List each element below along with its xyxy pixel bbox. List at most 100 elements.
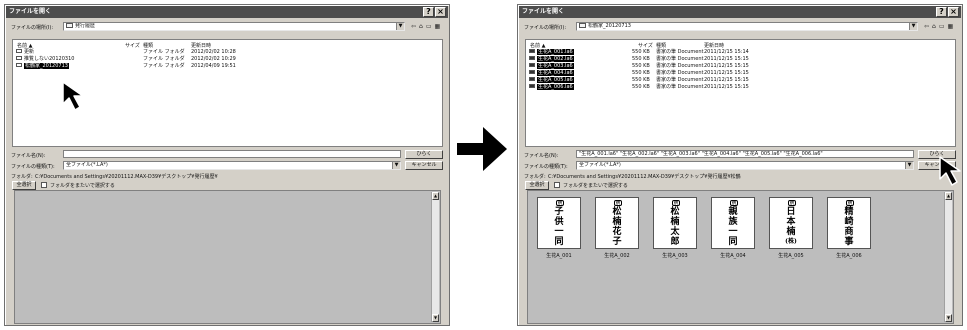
- select-all-button[interactable]: 全選択: [12, 181, 36, 190]
- subfolder-checkbox-label: フォルダをまたいで選択する: [50, 183, 115, 189]
- dialog-title-bar: ファイルを開く ? ×: [6, 6, 448, 18]
- view-menu-icon[interactable]: ▦: [435, 23, 444, 30]
- document-icon: [529, 84, 535, 88]
- vertical-scrollbar[interactable]: ▲ ▼: [431, 192, 439, 322]
- back-icon[interactable]: ⇦: [924, 23, 932, 30]
- thumbnail-caption: 生花A_004: [720, 253, 746, 259]
- document-icon: [529, 49, 535, 53]
- folder-icon: [16, 49, 22, 53]
- open-button[interactable]: ひらく: [405, 150, 443, 159]
- thumbnail-caption: 生花A_003: [662, 253, 688, 259]
- document-icon: [529, 70, 535, 74]
- filetype-label: ファイルの種類(T):: [524, 164, 568, 170]
- folder-icon: [16, 56, 22, 60]
- thumbnail-item[interactable]: 供 松 楠 花 子 生花A_002: [590, 197, 644, 261]
- filetype-label: ファイルの種類(T):: [11, 164, 55, 170]
- column-header-size[interactable]: サイズ: [125, 42, 140, 49]
- scroll-down-icon[interactable]: ▼: [432, 314, 439, 322]
- mouse-pointer-icon: [939, 156, 961, 186]
- nav-toolbar: ⇦⌂▭▦: [924, 23, 956, 30]
- folder-icon: [66, 23, 73, 28]
- thumbnail-item[interactable]: 供 子 供 一 同 生花A_001: [532, 197, 586, 261]
- filetype-combo[interactable]: 全ファイル(*.LA*) ▼: [63, 161, 401, 170]
- view-menu-icon[interactable]: ▦: [948, 23, 957, 30]
- thumbnail-item[interactable]: 供 松 楠 太 郎 生花A_003: [648, 197, 702, 261]
- thumbnail-caption: 生花A_002: [604, 253, 630, 259]
- thumbnail-item[interactable]: 供 親 族 一 同 生花A_004: [706, 197, 760, 261]
- folder-label: フォルダ:: [524, 174, 546, 180]
- back-icon[interactable]: ⇦: [411, 23, 419, 30]
- thumbnail-text: 子 供 一 同: [554, 207, 564, 247]
- chevron-down-icon[interactable]: ▼: [396, 23, 404, 30]
- scroll-up-icon[interactable]: ▲: [945, 192, 952, 200]
- up-folder-icon[interactable]: ⌂: [419, 23, 426, 30]
- folder-icon: [16, 63, 22, 67]
- column-header-type[interactable]: 種類: [143, 42, 153, 49]
- thumbnail-text: 親 族 一 同: [728, 207, 738, 247]
- column-header-size[interactable]: サイズ: [638, 42, 653, 49]
- filename-input[interactable]: "生花A_001.la6" "生花A_002.la6" "生花A_003.la6…: [576, 150, 914, 158]
- subfolder-checkbox[interactable]: [554, 182, 560, 188]
- filename-label: ファイル名(N):: [524, 153, 559, 159]
- lookin-combo[interactable]: 松鶴家_20120713 ▼: [576, 22, 918, 31]
- file-open-dialog-before: ファイルを開く ? × ファイルの場所(I): 発行履歴 ▼ ⇦⌂▭▦ 名前 ▲…: [4, 4, 450, 326]
- thumbnail-caption: 生花A_006: [836, 253, 862, 259]
- file-list[interactable]: 名前 ▲ サイズ 種類 更新日時 更新 ファイル フォルダ 2012/02/02…: [12, 39, 443, 147]
- new-folder-icon[interactable]: ▭: [939, 23, 948, 30]
- thumbnail-preview: 供 日 本 楠 (株): [769, 197, 813, 249]
- help-button[interactable]: ?: [423, 7, 434, 17]
- filetype-combo[interactable]: 全ファイル(*.LA*) ▼: [576, 161, 914, 170]
- thumbnail-text: 松 楠 花 子: [612, 207, 622, 247]
- column-header-name[interactable]: 名前 ▲: [17, 42, 32, 49]
- dialog-title-bar: ファイルを開く ? ×: [519, 6, 961, 18]
- file-list[interactable]: 名前 ▲ サイズ 種類 更新日時 生花A_001.la6 550 KB 書家の筆…: [525, 39, 956, 147]
- filename-input[interactable]: [63, 150, 401, 158]
- close-button[interactable]: ×: [435, 7, 446, 17]
- close-button[interactable]: ×: [948, 7, 959, 17]
- document-icon: [529, 56, 535, 60]
- thumbnail-preview: 供 子 供 一 同: [537, 197, 581, 249]
- folder-path: C:¥Documents and Settings¥20201112.MAX-D…: [35, 174, 218, 180]
- lookin-combo[interactable]: 発行履歴 ▼: [63, 22, 405, 31]
- thumbnail-text: 日 本 楠 (株): [785, 207, 797, 245]
- filename-label: ファイル名(N):: [11, 153, 46, 159]
- nav-toolbar: ⇦⌂▭▦: [411, 23, 443, 30]
- new-folder-icon[interactable]: ▭: [426, 23, 435, 30]
- document-icon: [529, 63, 535, 67]
- column-header-date[interactable]: 更新日時: [191, 42, 211, 49]
- cancel-button[interactable]: キャンセル: [405, 161, 443, 170]
- column-header-type[interactable]: 種類: [656, 42, 666, 49]
- scroll-down-icon[interactable]: ▼: [945, 314, 952, 322]
- thumbnail-panel[interactable]: ▲ ▼: [14, 190, 441, 324]
- subfolder-checkbox-label: フォルダをまたいで選択する: [563, 183, 628, 189]
- thumbnail-preview: 供 精 崎 商 事: [827, 197, 871, 249]
- up-folder-icon[interactable]: ⌂: [932, 23, 939, 30]
- dialog-title: ファイルを開く: [9, 8, 52, 15]
- chevron-down-icon[interactable]: ▼: [909, 23, 917, 30]
- thumbnail-caption: 生花A_001: [546, 253, 572, 259]
- help-button[interactable]: ?: [936, 7, 947, 17]
- thumbnail-preview: 供 松 楠 花 子: [595, 197, 639, 249]
- right-arrow-icon: [457, 127, 507, 171]
- thumbnail-item[interactable]: 供 日 本 楠 (株) 生花A_005: [764, 197, 818, 261]
- vertical-scrollbar[interactable]: ▲ ▼: [944, 192, 952, 322]
- column-header-name[interactable]: 名前 ▲: [530, 42, 545, 49]
- dialog-title: ファイルを開く: [522, 8, 565, 15]
- scroll-up-icon[interactable]: ▲: [432, 192, 439, 200]
- thumbnail-preview: 供 松 楠 太 郎: [653, 197, 697, 249]
- select-all-button[interactable]: 全選択: [525, 181, 549, 190]
- thumbnail-text: 松 楠 太 郎: [670, 207, 680, 247]
- thumbnail-item[interactable]: 供 精 崎 商 事 生花A_006: [822, 197, 876, 261]
- thumbnail-text: 精 崎 商 事: [844, 207, 854, 247]
- column-header-date[interactable]: 更新日時: [704, 42, 724, 49]
- folder-icon: [579, 23, 586, 28]
- mouse-pointer-icon: [62, 81, 84, 111]
- thumbnail-caption: 生花A_005: [778, 253, 804, 259]
- subfolder-checkbox[interactable]: [41, 182, 47, 188]
- thumbnail-panel[interactable]: 供 子 供 一 同 生花A_001 供 松 楠 花 子 生花A_002 供 松 …: [527, 190, 954, 324]
- lookin-label: ファイルの場所(I):: [524, 25, 567, 31]
- chevron-down-icon[interactable]: ▼: [905, 162, 913, 169]
- thumbnail-preview: 供 親 族 一 同: [711, 197, 755, 249]
- lookin-label: ファイルの場所(I):: [11, 25, 54, 31]
- chevron-down-icon[interactable]: ▼: [392, 162, 400, 169]
